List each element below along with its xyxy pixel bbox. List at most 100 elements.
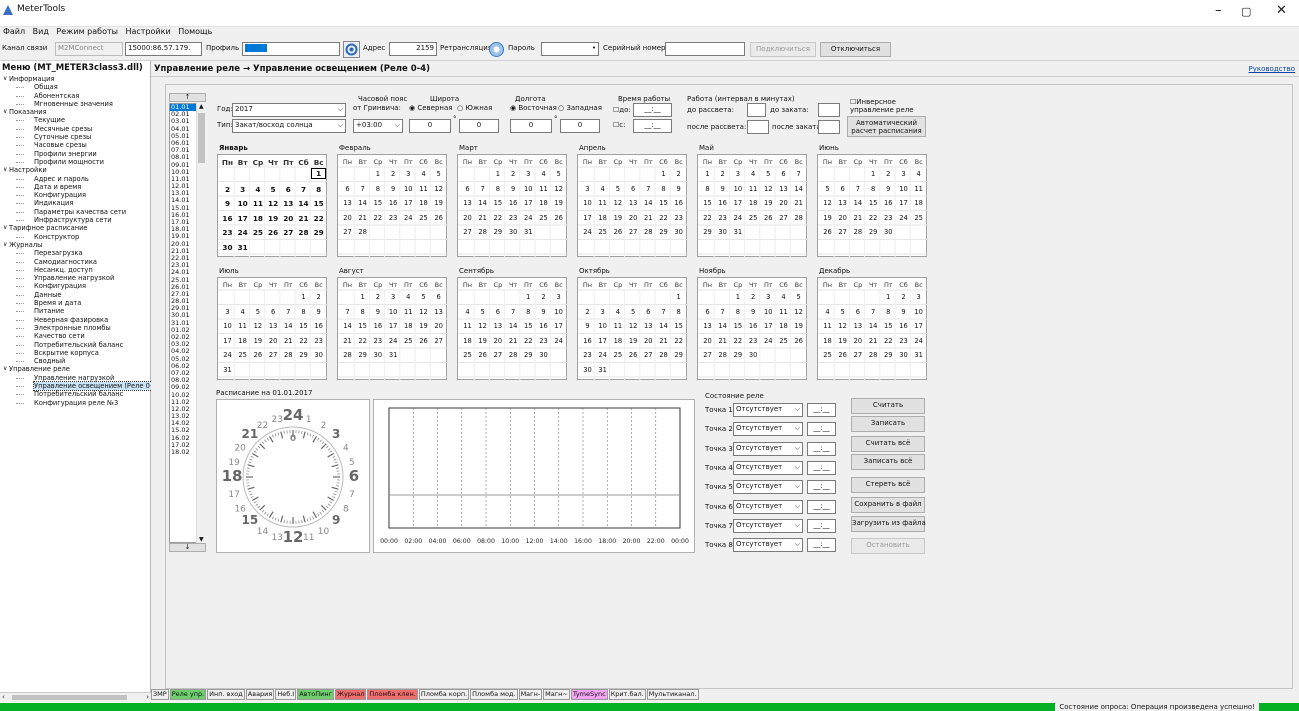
calendar-day[interactable]: 17 [580, 214, 595, 222]
west-radio[interactable]: ○ Западная [558, 104, 602, 112]
calendar-day[interactable]: 21 [641, 214, 656, 222]
calendar-day[interactable]: 25 [746, 214, 761, 222]
expand-chevron-icon[interactable]: ∨ [3, 166, 7, 174]
calendar-day[interactable]: 4 [776, 293, 791, 301]
calendar-day[interactable]: 15 [521, 322, 536, 330]
calendar-day[interactable]: 12 [835, 322, 850, 330]
tree-item[interactable]: Профили мощности [0, 158, 151, 166]
calendar-day[interactable]: 1 [311, 168, 327, 179]
calendar-day[interactable]: 17 [235, 214, 250, 223]
calendar-day[interactable]: 17 [401, 199, 416, 207]
calendar-day[interactable]: 22 [296, 337, 311, 345]
calendar-day[interactable]: 18 [460, 337, 475, 345]
minimize-icon[interactable]: – [1215, 3, 1222, 18]
tree-item[interactable]: Потребительский баланс [0, 390, 151, 398]
relay-btn-1[interactable]: Записать [851, 416, 925, 432]
lat-degrees-input[interactable]: 0 [409, 119, 451, 133]
calendar-day[interactable]: 6 [776, 170, 791, 178]
calendar-day[interactable]: 17 [761, 322, 776, 330]
calendar-day[interactable]: 16 [580, 337, 595, 345]
calendar-day[interactable]: 23 [386, 214, 401, 222]
calendar-day[interactable]: 25 [911, 214, 926, 222]
tree-item[interactable]: Перезагрузка [0, 249, 151, 257]
calendar-day[interactable]: 23 [220, 228, 235, 237]
calendar-day[interactable]: 20 [431, 322, 446, 330]
address-input[interactable]: 2159 [389, 42, 437, 56]
type-select[interactable]: Закат/восход солнца ⌵ [232, 119, 346, 133]
calendar-day[interactable]: 26 [835, 351, 850, 359]
close-icon[interactable]: ✕ [1276, 3, 1287, 18]
calendar-day[interactable]: 30 [746, 351, 761, 359]
relay-btn-3[interactable]: Записать всё [851, 454, 925, 470]
calendar-day[interactable]: 7 [715, 308, 730, 316]
calendar-day[interactable]: 16 [311, 322, 326, 330]
calendar-day[interactable]: 31 [730, 228, 745, 236]
tree-item[interactable]: Суточные срезы [0, 133, 151, 141]
calendar-day[interactable]: 9 [881, 185, 896, 193]
channel-address-input[interactable]: 15000:86.57.179. [125, 42, 202, 56]
indicator-tab[interactable]: Журнал [335, 689, 367, 700]
calendar-day[interactable]: 14 [791, 185, 806, 193]
calendar-day[interactable]: 28 [866, 351, 881, 359]
calendar-day[interactable]: 8 [730, 308, 745, 316]
calendar-day[interactable]: 15 [355, 322, 370, 330]
tree-item[interactable]: Управление нагрузкой [0, 274, 151, 282]
tree-item[interactable]: Питание [0, 307, 151, 315]
calendar-day[interactable]: 23 [370, 337, 385, 345]
calendar-day[interactable]: 22 [881, 337, 896, 345]
calendar-day[interactable]: 8 [296, 308, 311, 316]
calendar-day[interactable]: 5 [791, 293, 806, 301]
calendar-day[interactable]: 29 [730, 351, 745, 359]
tree-item[interactable]: Самодиагностика [0, 258, 151, 266]
calendar-day[interactable]: 20 [700, 337, 715, 345]
calendar-day[interactable]: 17 [521, 199, 536, 207]
calendar-day[interactable]: 9 [386, 185, 401, 193]
date-up-button[interactable]: ↑ [169, 93, 206, 102]
inverse-checkbox[interactable]: ☐Инверсное управление реле [850, 98, 928, 114]
to-time-input[interactable]: __:__ [633, 103, 672, 117]
calendar-day[interactable]: 29 [490, 228, 505, 236]
calendar-day[interactable]: 5 [416, 293, 431, 301]
calendar-day[interactable]: 25 [235, 351, 250, 359]
menu-settings[interactable]: Настройки [125, 27, 170, 36]
calendar-day[interactable]: 22 [671, 337, 686, 345]
calendar-day[interactable]: 10 [761, 308, 776, 316]
calendar-day[interactable]: 3 [761, 293, 776, 301]
menu-file[interactable]: Файл [3, 27, 25, 36]
tree-item[interactable]: Индикация [0, 199, 151, 207]
calendar-day[interactable]: 19 [475, 337, 490, 345]
calendar-day[interactable]: 25 [595, 228, 610, 236]
calendar-day[interactable]: 1 [730, 293, 745, 301]
calendar-day[interactable]: 10 [580, 199, 595, 207]
calendar-day[interactable]: 4 [416, 170, 431, 178]
calendar-day[interactable]: 17 [896, 199, 911, 207]
calendar-day[interactable]: 11 [610, 322, 625, 330]
calendar-day[interactable]: 13 [641, 322, 656, 330]
tree-item[interactable]: Месячные срезы [0, 125, 151, 133]
tree-item[interactable]: Общая [0, 83, 151, 91]
relay-btn-6[interactable]: Загрузить из файла [851, 516, 926, 532]
calendar-day[interactable]: 4 [911, 170, 926, 178]
calendar-day[interactable]: 28 [506, 351, 521, 359]
calendar-day[interactable]: 22 [866, 214, 881, 222]
calendar-day[interactable]: 16 [746, 322, 761, 330]
calendar-day[interactable]: 12 [475, 322, 490, 330]
calendar-day[interactable]: 27 [850, 351, 865, 359]
calendar-day[interactable]: 2 [220, 185, 235, 194]
calendar-day[interactable]: 26 [266, 228, 281, 237]
calendar-day[interactable]: 2 [896, 293, 911, 301]
profile-settings-icon[interactable] [343, 41, 360, 58]
profile-select[interactable] [242, 42, 340, 56]
calendar-day[interactable]: 20 [850, 337, 865, 345]
calendar-day[interactable]: 19 [610, 214, 625, 222]
calendar-day[interactable]: 8 [355, 308, 370, 316]
indicator-tab[interactable]: Реле упр. [169, 689, 207, 700]
calendar-day[interactable]: 24 [401, 214, 416, 222]
calendar-day[interactable]: 13 [626, 199, 641, 207]
calendar-day[interactable]: 6 [340, 185, 355, 193]
calendar-day[interactable]: 30 [311, 351, 326, 359]
calendar-day[interactable]: 19 [626, 337, 641, 345]
indicator-tab[interactable]: ЗМР [151, 689, 169, 700]
calendar-day[interactable]: 16 [370, 322, 385, 330]
indicator-tab[interactable]: Крит.бал. [608, 689, 646, 700]
